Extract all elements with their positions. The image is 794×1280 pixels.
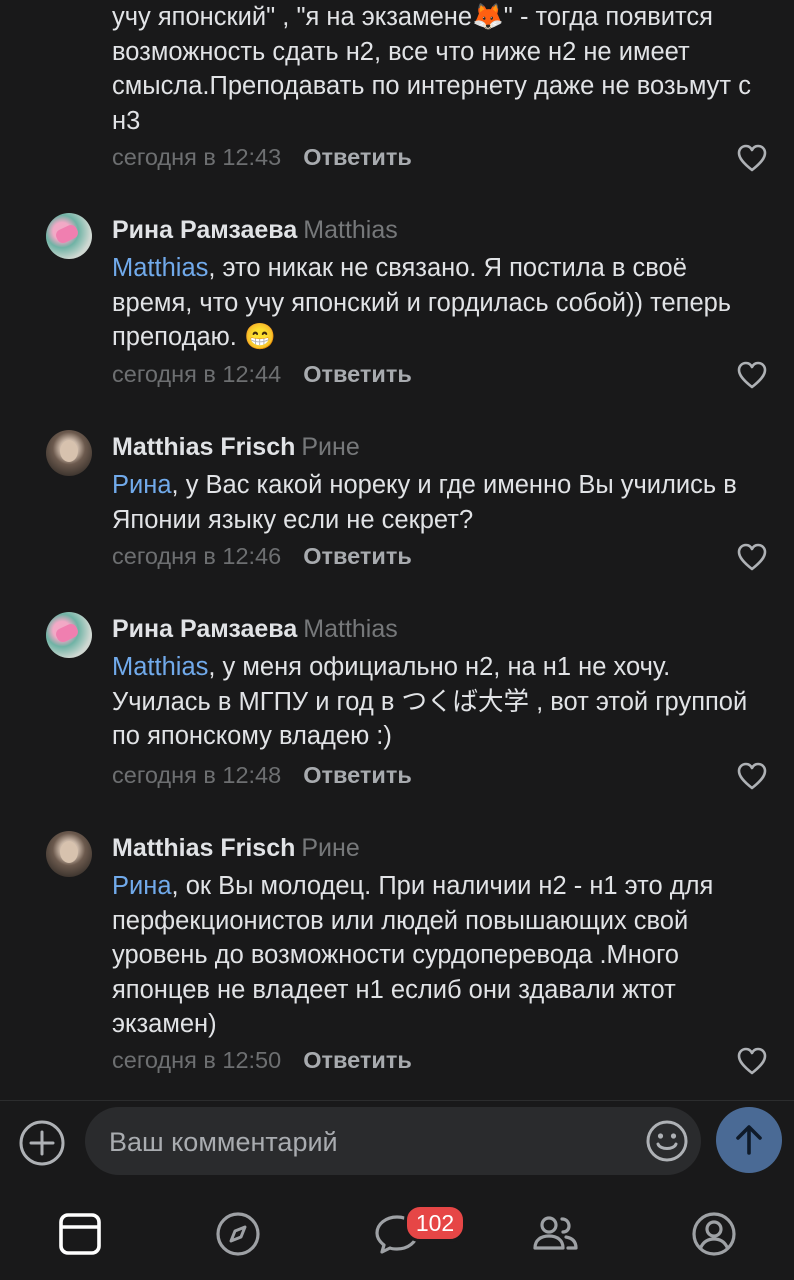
mention-link[interactable]: Matthias: [112, 254, 208, 282]
comment-meta: сегодня в 12:43 Ответить: [112, 144, 412, 171]
profile-icon[interactable]: [690, 1210, 738, 1258]
comment-time: сегодня в 12:44: [112, 361, 282, 387]
comment-meta: сегодня в 12:44 Ответить: [112, 361, 412, 388]
mention-link[interactable]: Matthias: [112, 653, 208, 681]
reply-button[interactable]: Ответить: [303, 144, 412, 170]
avatar[interactable]: [46, 831, 92, 877]
reply-to-name[interactable]: Matthias: [303, 216, 397, 244]
avatar[interactable]: [46, 430, 92, 476]
comment-text: Matthias, это никак не связано. Я постил…: [112, 254, 732, 351]
avatar[interactable]: [46, 213, 92, 259]
comment-text: Matthias, у меня официально н2, на н1 не…: [112, 653, 748, 750]
comment-meta: сегодня в 12:48 Ответить: [112, 762, 412, 789]
bottom-tab-bar: 102: [0, 1184, 794, 1280]
author-name[interactable]: Рина Рамзаева: [112, 615, 297, 643]
comment-header: Matthias Frisch Рине: [112, 433, 360, 462]
comment-text: Рина, ок Вы молодец. При наличии н2 - н1…: [112, 872, 714, 1038]
feed-icon[interactable]: [56, 1210, 104, 1258]
plus-circle-icon[interactable]: [18, 1119, 66, 1167]
author-name[interactable]: Рина Рамзаева: [112, 216, 297, 244]
compass-icon[interactable]: [214, 1210, 262, 1258]
messages-badge: 102: [404, 1204, 466, 1242]
comment-text: Рина, у Вас какой нореку и где именно Вы…: [112, 471, 737, 534]
arrow-up-icon: [736, 1125, 762, 1155]
comment-header: Рина Рамзаева Matthias: [112, 216, 398, 245]
comment-header: Matthias Frisch Рине: [112, 834, 360, 863]
mention-link[interactable]: Рина: [112, 872, 172, 900]
reply-button[interactable]: Ответить: [303, 543, 412, 569]
smile-icon[interactable]: [645, 1119, 689, 1163]
friends-icon[interactable]: [531, 1210, 579, 1258]
comment-composer: [0, 1100, 794, 1183]
heart-icon[interactable]: [737, 361, 767, 389]
heart-icon[interactable]: [737, 1047, 767, 1075]
comment-time: сегодня в 12:50: [112, 1047, 282, 1073]
avatar[interactable]: [46, 612, 92, 658]
reply-to-name[interactable]: Matthias: [303, 615, 397, 643]
reply-button[interactable]: Ответить: [303, 1047, 412, 1073]
comment-meta: сегодня в 12:50 Ответить: [112, 1047, 412, 1074]
reply-button[interactable]: Ответить: [303, 762, 412, 788]
comment-input[interactable]: [107, 1107, 651, 1177]
comment-time: сегодня в 12:48: [112, 762, 282, 788]
send-button[interactable]: [716, 1107, 782, 1173]
comment-time: сегодня в 12:46: [112, 543, 282, 569]
reply-to-name[interactable]: Рине: [301, 433, 359, 461]
author-name[interactable]: Matthias Frisch: [112, 433, 295, 461]
comment-field: [85, 1107, 701, 1177]
comment-text: учу японский" , "я на экзамене🦊" - тогда…: [112, 3, 751, 135]
mention-link[interactable]: Рина: [112, 471, 172, 499]
comment-header: Рина Рамзаева Matthias: [112, 615, 398, 644]
reply-to-name[interactable]: Рине: [301, 834, 359, 862]
comment-time: сегодня в 12:43: [112, 144, 282, 170]
heart-icon[interactable]: [737, 144, 767, 172]
comment-meta: сегодня в 12:46 Ответить: [112, 543, 412, 570]
heart-icon[interactable]: [737, 543, 767, 571]
reply-button[interactable]: Ответить: [303, 361, 412, 387]
author-name[interactable]: Matthias Frisch: [112, 834, 295, 862]
heart-icon[interactable]: [737, 762, 767, 790]
